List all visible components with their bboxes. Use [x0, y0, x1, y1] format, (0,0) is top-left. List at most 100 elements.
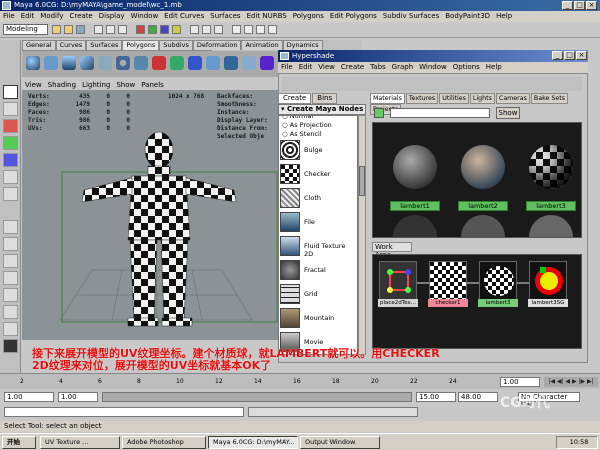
time-slider[interactable]: 1.00 |◀ ◀| ◀ ▶ |▶ ▶| 2 4 6 8 10 12 14 16 18 20 22 2…: [0, 373, 600, 389]
hypershade-menu-options[interactable]: Options: [453, 63, 480, 71]
menu-item-polygons[interactable]: Polygons: [293, 12, 324, 20]
tab-create[interactable]: Create: [278, 93, 312, 104]
tab-cameras[interactable]: Cameras: [495, 93, 530, 104]
select-component-icon[interactable]: [118, 25, 127, 34]
snap-curve-icon[interactable]: [202, 25, 211, 34]
split-polygon-icon[interactable]: [206, 56, 220, 70]
swatch-row2-1[interactable]: [393, 215, 437, 237]
radio-as-stencil[interactable]: ○ As Stencil: [282, 130, 322, 138]
extrude-face-icon[interactable]: [188, 56, 202, 70]
tab-textures[interactable]: Textures: [405, 93, 439, 104]
filter-input[interactable]: [390, 108, 490, 118]
node-mountain[interactable]: Mountain: [280, 306, 356, 332]
start-time-field[interactable]: 1.00: [4, 392, 54, 402]
hypershade-minimize-button[interactable]: _: [552, 51, 563, 60]
radio-normal[interactable]: ○ Normal: [282, 116, 313, 120]
lambert2-swatch[interactable]: [461, 145, 505, 189]
poly-prism-icon[interactable]: [134, 56, 148, 70]
current-frame-field[interactable]: 1.00: [500, 377, 540, 387]
create-maya-nodes-header[interactable]: ▾ Create Maya Nodes: [278, 104, 366, 115]
layout-four-icon[interactable]: [3, 237, 18, 251]
menu-item-create[interactable]: Create: [69, 12, 92, 20]
node-cloth[interactable]: Cloth: [280, 186, 356, 212]
filter-icon[interactable]: [374, 108, 384, 118]
manipulator-icon[interactable]: [3, 170, 18, 184]
shelf-tab-curves[interactable]: Curves: [55, 40, 87, 50]
node-bulge[interactable]: Bulge: [280, 138, 356, 164]
shelf-tab-surfaces[interactable]: Surfaces: [86, 40, 123, 50]
maximize-button[interactable]: □: [574, 1, 585, 10]
lambert1-swatch[interactable]: [393, 145, 437, 189]
mask-icon[interactable]: [136, 25, 145, 34]
poly-plane-icon[interactable]: [98, 56, 112, 70]
render-globals-icon[interactable]: [268, 25, 277, 34]
work-area-tab[interactable]: Work Area: [372, 242, 412, 259]
shelf-tab-polygons[interactable]: Polygons: [122, 40, 160, 50]
hypershade-menu-view[interactable]: View: [318, 63, 335, 71]
hypershade-maximize-button[interactable]: □: [564, 51, 575, 60]
hypershade-menu-window[interactable]: Window: [419, 63, 447, 71]
merge-icon[interactable]: [260, 56, 274, 70]
node-grid[interactable]: Grid: [280, 282, 356, 308]
menu-item-subdiv-surfaces[interactable]: Subdiv Surfaces: [383, 12, 439, 20]
playback-start-field[interactable]: 1.00: [58, 392, 98, 402]
menu-item-edit-nurbs[interactable]: Edit NURBS: [247, 12, 287, 20]
shelf-tab-animation[interactable]: Animation: [241, 40, 283, 50]
mask-icon-3[interactable]: [160, 25, 169, 34]
tab-materials[interactable]: Materials: [370, 93, 405, 104]
select-hierarchy-icon[interactable]: [94, 25, 103, 34]
layout-persp-icon[interactable]: [3, 339, 18, 353]
poly-sphere-icon[interactable]: [26, 56, 40, 70]
menu-item-window[interactable]: Window: [131, 12, 159, 20]
rotate-tool-icon[interactable]: [3, 136, 18, 150]
playback-end-field[interactable]: 15.00: [416, 392, 456, 402]
radio-as-projection[interactable]: ○ As Projection: [282, 121, 332, 129]
playback-controls[interactable]: |◀ ◀| ◀ ▶ |▶ ▶|: [544, 377, 598, 387]
show-button[interactable]: Show: [496, 107, 520, 119]
hypershade-menu-graph[interactable]: Graph: [392, 63, 413, 71]
work-area-panel[interactable]: place2dTex... checker1 lambert3 lambert3…: [372, 254, 582, 349]
layout-hypershade-icon[interactable]: [3, 305, 18, 319]
swatch-row2-2[interactable]: [461, 215, 505, 237]
layout-single-icon[interactable]: [3, 220, 18, 234]
viewport-menu-show[interactable]: Show: [116, 81, 135, 89]
move-tool-icon[interactable]: [3, 119, 18, 133]
minimize-button[interactable]: _: [562, 1, 573, 10]
menu-item-edit-polygons[interactable]: Edit Polygons: [330, 12, 377, 20]
menu-item-file[interactable]: File: [3, 12, 15, 20]
swatch-row2-3[interactable]: [529, 215, 573, 237]
last-tool-icon[interactable]: [3, 187, 18, 201]
range-bar[interactable]: [102, 392, 412, 402]
task-maya[interactable]: Maya 6.0CG: D:\myMAY...: [208, 436, 298, 449]
hypershade-menu-help[interactable]: Help: [486, 63, 502, 71]
menu-item-edit[interactable]: Edit: [21, 12, 35, 20]
snap-grid-icon[interactable]: [190, 25, 199, 34]
mel-input[interactable]: [4, 407, 244, 417]
end-time-field[interactable]: 48.00: [458, 392, 498, 402]
layout-graph-icon[interactable]: [3, 288, 18, 302]
smooth-icon[interactable]: [224, 56, 238, 70]
snap-point-icon[interactable]: [214, 25, 223, 34]
hypershade-menu-file[interactable]: File: [281, 63, 293, 71]
viewport-menu-lighting[interactable]: Lighting: [82, 81, 110, 89]
tab-lights[interactable]: Lights: [469, 93, 495, 104]
node-file[interactable]: File: [280, 210, 356, 236]
hypershade-menu-edit[interactable]: Edit: [299, 63, 313, 71]
history-icon[interactable]: [232, 25, 241, 34]
scale-tool-icon[interactable]: [3, 153, 18, 167]
poly-torus-icon[interactable]: [116, 56, 130, 70]
ipr-icon[interactable]: [256, 25, 265, 34]
start-button[interactable]: 开始: [2, 436, 36, 449]
menu-item-bodypaint3d[interactable]: BodyPaint3D: [445, 12, 490, 20]
viewport-menu-shading[interactable]: Shading: [48, 81, 76, 89]
select-tool-icon[interactable]: [3, 85, 18, 99]
new-scene-icon[interactable]: [52, 25, 61, 34]
mask-icon-4[interactable]: [172, 25, 181, 34]
menu-item-modify[interactable]: Modify: [40, 12, 63, 20]
task-output-window[interactable]: Output Window: [300, 436, 380, 449]
select-object-icon[interactable]: [106, 25, 115, 34]
node-fluid-texture-2d[interactable]: Fluid Texture 2D: [280, 234, 356, 260]
layout-uv-icon[interactable]: [3, 322, 18, 336]
separate-icon[interactable]: [170, 56, 184, 70]
shelf-tab-subdivs[interactable]: Subdivs: [159, 40, 193, 50]
